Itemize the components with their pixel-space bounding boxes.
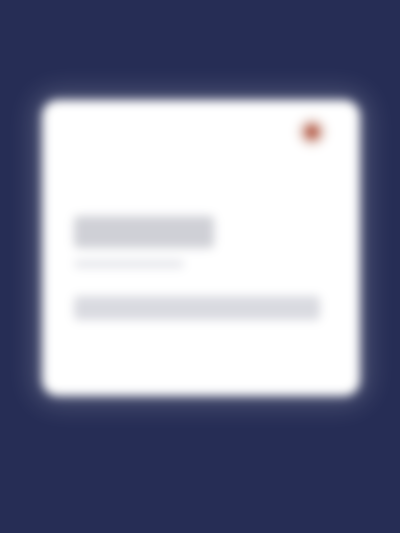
close-button[interactable] [298,118,326,146]
close-icon [305,125,319,139]
title-subline [74,260,184,268]
modal-dialog [42,100,360,396]
modal-text [74,296,320,320]
modal-title [74,216,214,248]
